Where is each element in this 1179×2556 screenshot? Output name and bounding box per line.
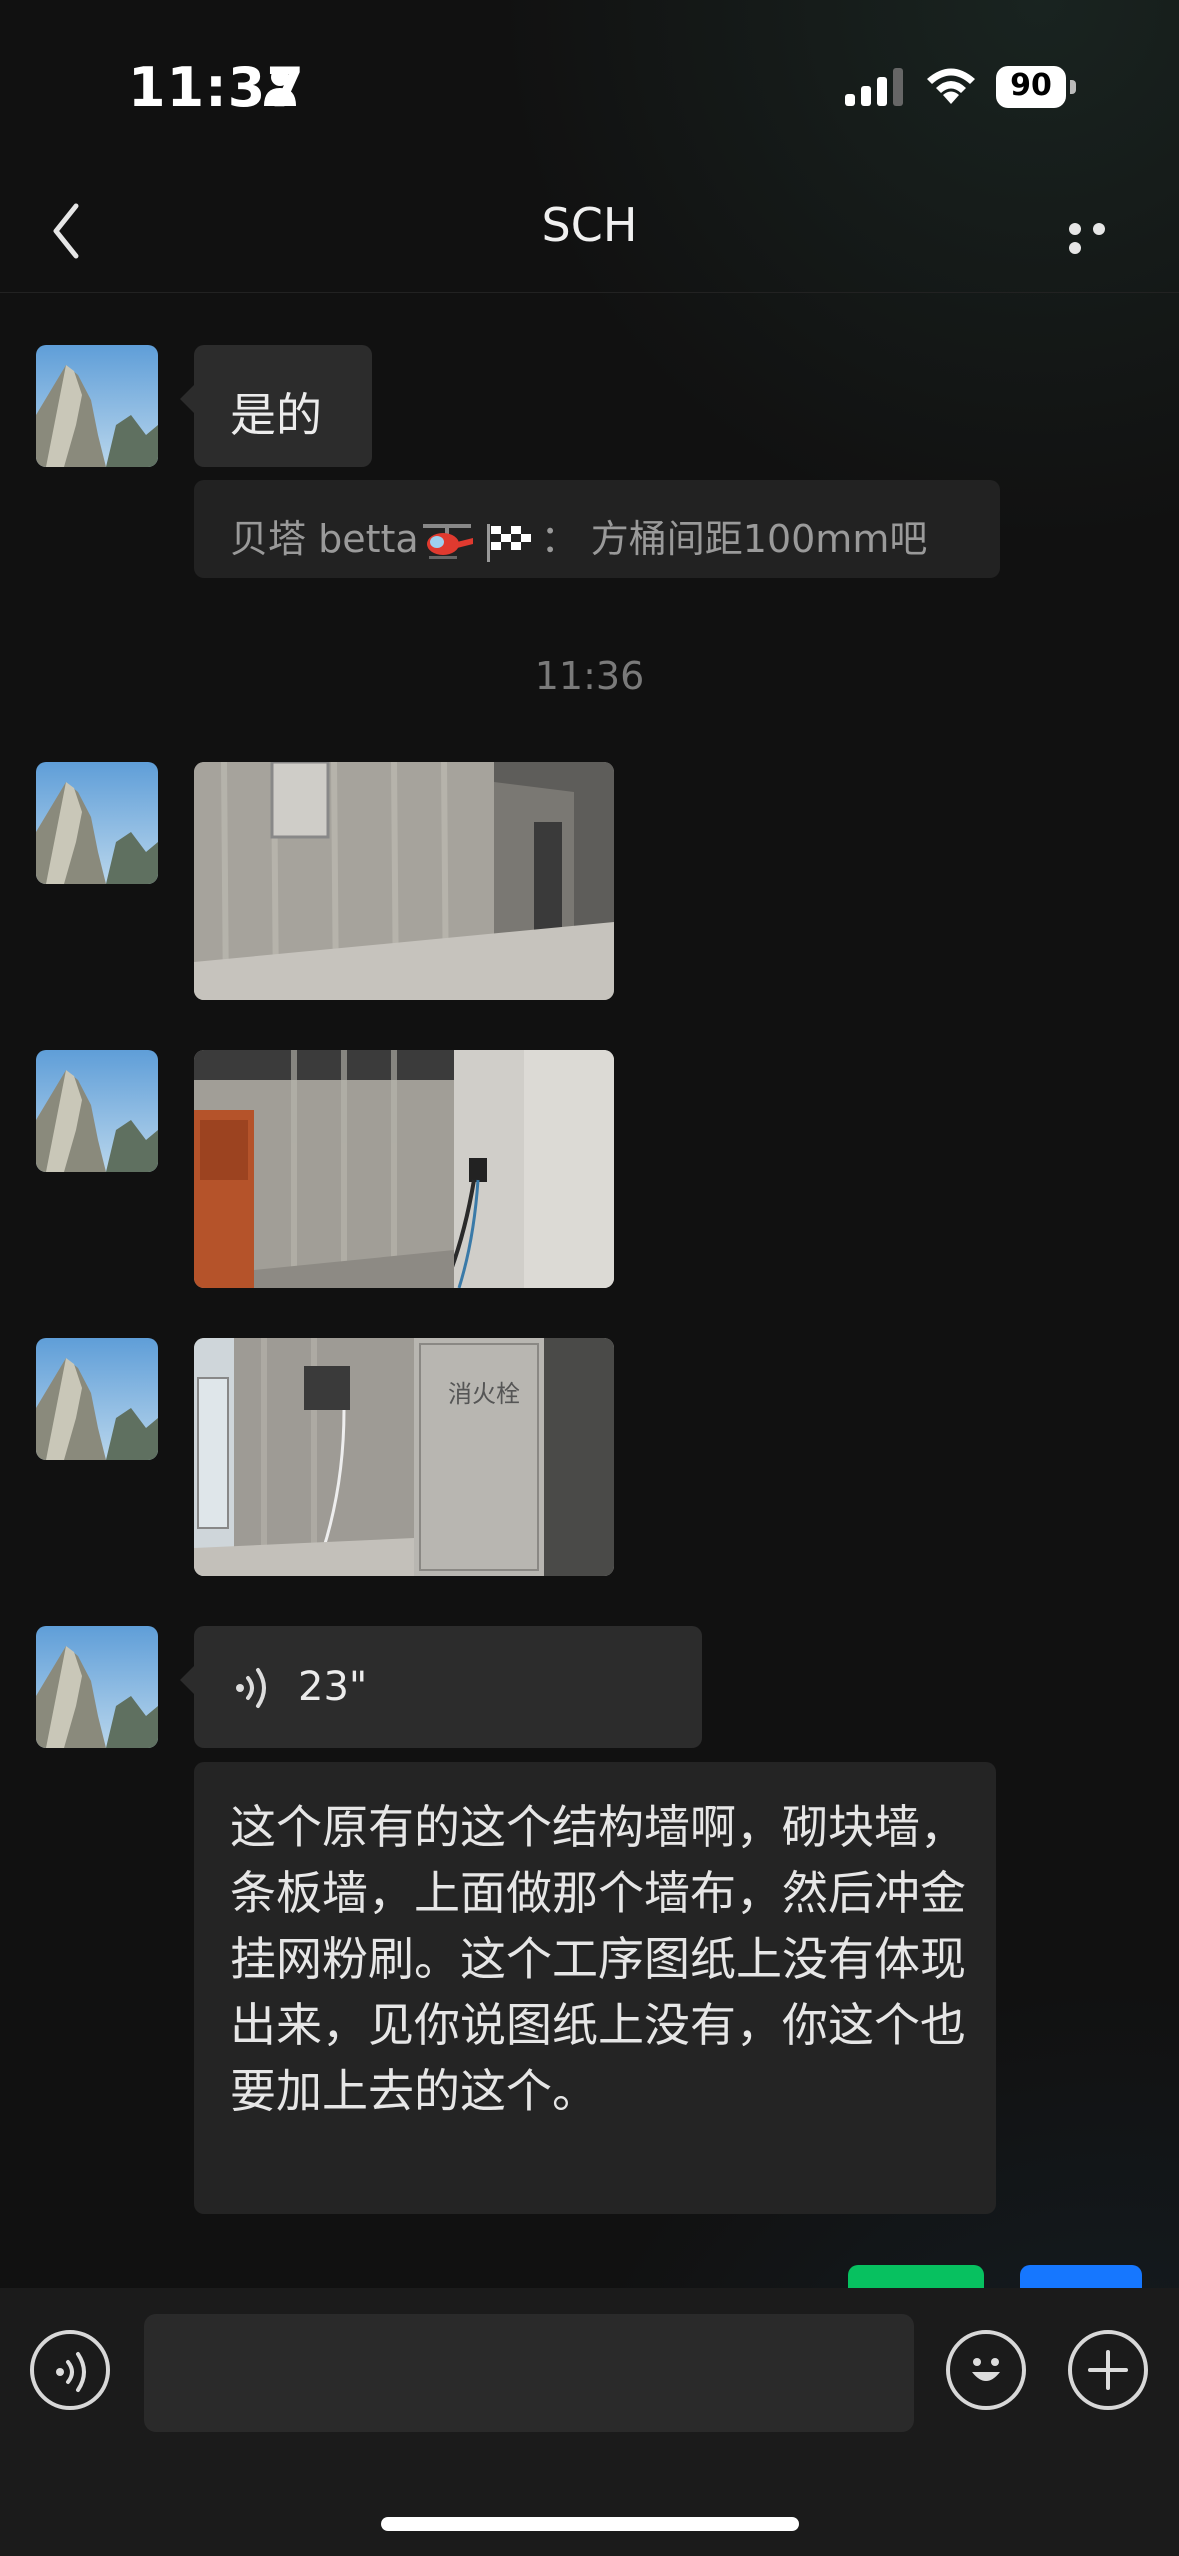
voice-wave-icon — [236, 1668, 266, 1708]
voice-message[interactable]: 23" — [180, 1626, 702, 1748]
hydrant-sign-text: 消火栓 — [448, 1380, 520, 1408]
message-bubble[interactable]: 是的 — [180, 345, 372, 467]
voice-duration: 23" — [298, 1664, 368, 1710]
blue-action-button[interactable] — [1020, 2265, 1142, 2289]
voice-input-button[interactable] — [30, 2330, 110, 2410]
wifi-icon — [927, 68, 975, 104]
battery-indicator: 90 — [996, 66, 1076, 108]
timestamp: 11:36 — [534, 654, 645, 698]
transcript-text: 这个原有的这个结构墙啊，砌块墙，条板墙，上面做那个墙布，然后冲金挂网粉刷。这个工… — [230, 1800, 966, 2118]
cellular-signal-icon — [845, 68, 903, 106]
chat-title: SCH — [541, 198, 638, 252]
message-text: 是的 — [230, 388, 322, 442]
person-icon — [264, 68, 296, 106]
battery-percent: 90 — [1010, 68, 1052, 103]
avatar[interactable] — [36, 762, 158, 884]
avatar[interactable] — [36, 345, 158, 467]
status-bar: 11:37 90 — [0, 0, 1179, 170]
more-options-icon[interactable] — [1069, 220, 1139, 254]
helicopter-emoji-icon — [419, 522, 475, 562]
emoji-button[interactable] — [946, 2330, 1026, 2410]
photo-message[interactable] — [194, 762, 614, 1000]
emoji-icon — [972, 2358, 1000, 2381]
home-indicator[interactable] — [381, 2517, 799, 2531]
header-divider — [0, 292, 1179, 293]
photo-message[interactable] — [194, 1050, 614, 1288]
avatar[interactable] — [36, 1626, 158, 1748]
avatar[interactable] — [36, 1338, 158, 1460]
voice-input-icon — [56, 2352, 86, 2392]
plus-icon — [1088, 2350, 1128, 2390]
more-functions-button[interactable] — [1068, 2330, 1148, 2410]
photo-message[interactable]: 消火栓 — [194, 1338, 614, 1576]
avatar[interactable] — [36, 1050, 158, 1172]
message-input[interactable] — [144, 2314, 914, 2432]
input-bar — [0, 2288, 1179, 2556]
quote-sender: 贝塔 betta — [230, 517, 419, 561]
quote-colon: ： — [540, 517, 591, 561]
voice-transcript[interactable]: 这个原有的这个结构墙啊，砌块墙，条板墙，上面做那个墙布，然后冲金挂网粉刷。这个工… — [194, 1762, 996, 2214]
quote-text: 方桶间距100mm吧 — [590, 517, 928, 561]
chat-header: SCH — [0, 170, 1179, 290]
green-action-button[interactable] — [848, 2265, 984, 2289]
quoted-message[interactable]: 贝塔 betta ： 方桶间距100mm吧 — [194, 480, 1000, 578]
chequered-flag-icon — [485, 522, 541, 562]
